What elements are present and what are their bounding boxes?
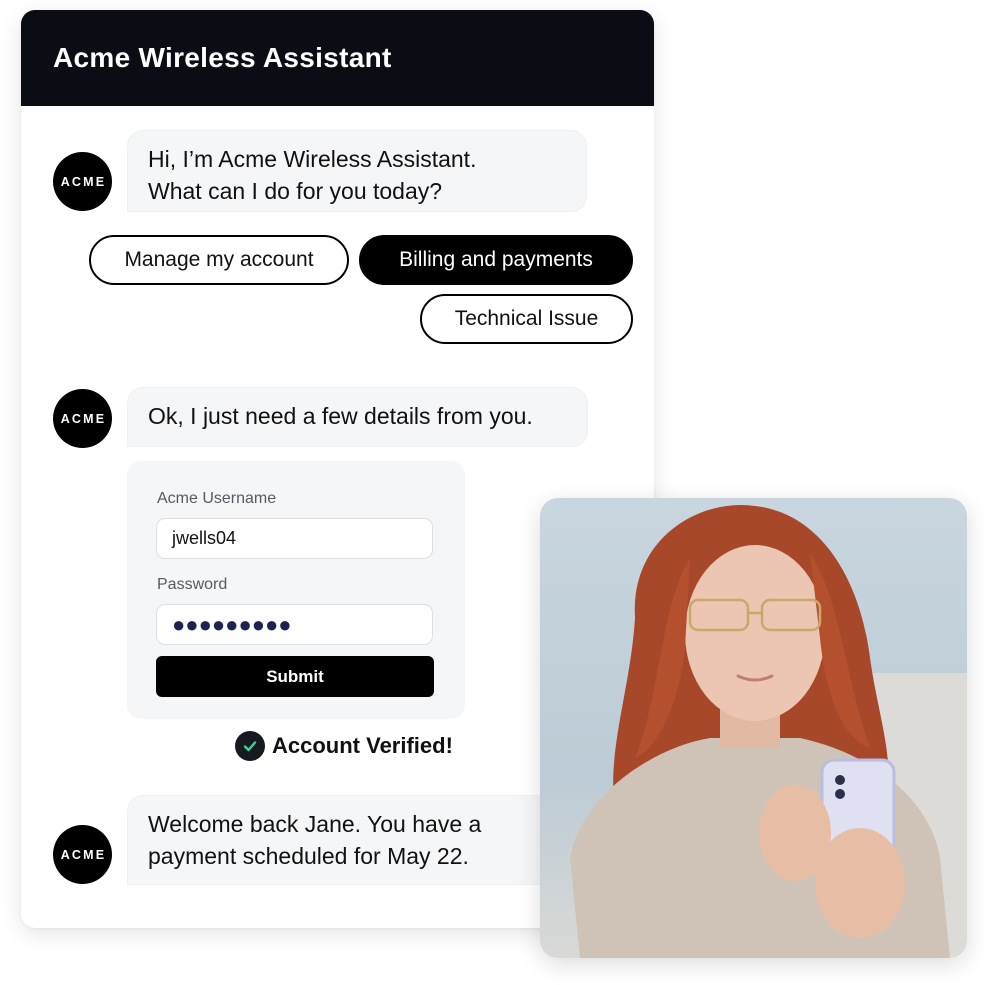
password-input[interactable]: ●●●●●●●●●: [156, 604, 433, 645]
submit-button[interactable]: Submit: [156, 656, 434, 697]
password-label: Password: [157, 576, 228, 593]
bot-avatar: ACME: [53, 152, 112, 211]
quick-reply-billing-payments[interactable]: Billing and payments: [359, 235, 633, 285]
message-line: Hi, I’m Acme Wireless Assistant.: [148, 146, 477, 172]
login-form: Acme Username jwells04 Password ●●●●●●●●…: [127, 461, 465, 719]
password-masked-value: ●●●●●●●●●: [172, 611, 292, 637]
account-verified-status: Account Verified!: [235, 731, 453, 761]
username-value: jwells04: [172, 528, 237, 548]
bot-avatar: ACME: [53, 389, 112, 448]
username-label: Acme Username: [157, 490, 277, 507]
check-circle-icon: [235, 731, 265, 761]
bot-message: Ok, I just need a few details from you.: [127, 387, 588, 447]
bot-message: Hi, I’m Acme Wireless Assistant. What ca…: [127, 130, 587, 212]
quick-reply-technical-issue[interactable]: Technical Issue: [420, 294, 633, 344]
username-input[interactable]: jwells04: [156, 518, 433, 559]
message-line: Welcome back Jane. You have a: [148, 811, 482, 837]
bot-message: Welcome back Jane. You have a payment sc…: [127, 795, 597, 885]
chat-header: Acme Wireless Assistant: [21, 10, 654, 106]
verified-text: Account Verified!: [272, 733, 453, 758]
message-line: What can I do for you today?: [148, 178, 443, 204]
quick-reply-manage-account[interactable]: Manage my account: [89, 235, 349, 285]
message-line: payment scheduled for May 22.: [148, 843, 469, 869]
customer-photo: [540, 498, 967, 958]
chat-title: Acme Wireless Assistant: [53, 42, 392, 73]
bot-avatar: ACME: [53, 825, 112, 884]
woman-with-phone-illustration: [570, 504, 967, 958]
message-line: Ok, I just need a few details from you.: [148, 403, 533, 429]
